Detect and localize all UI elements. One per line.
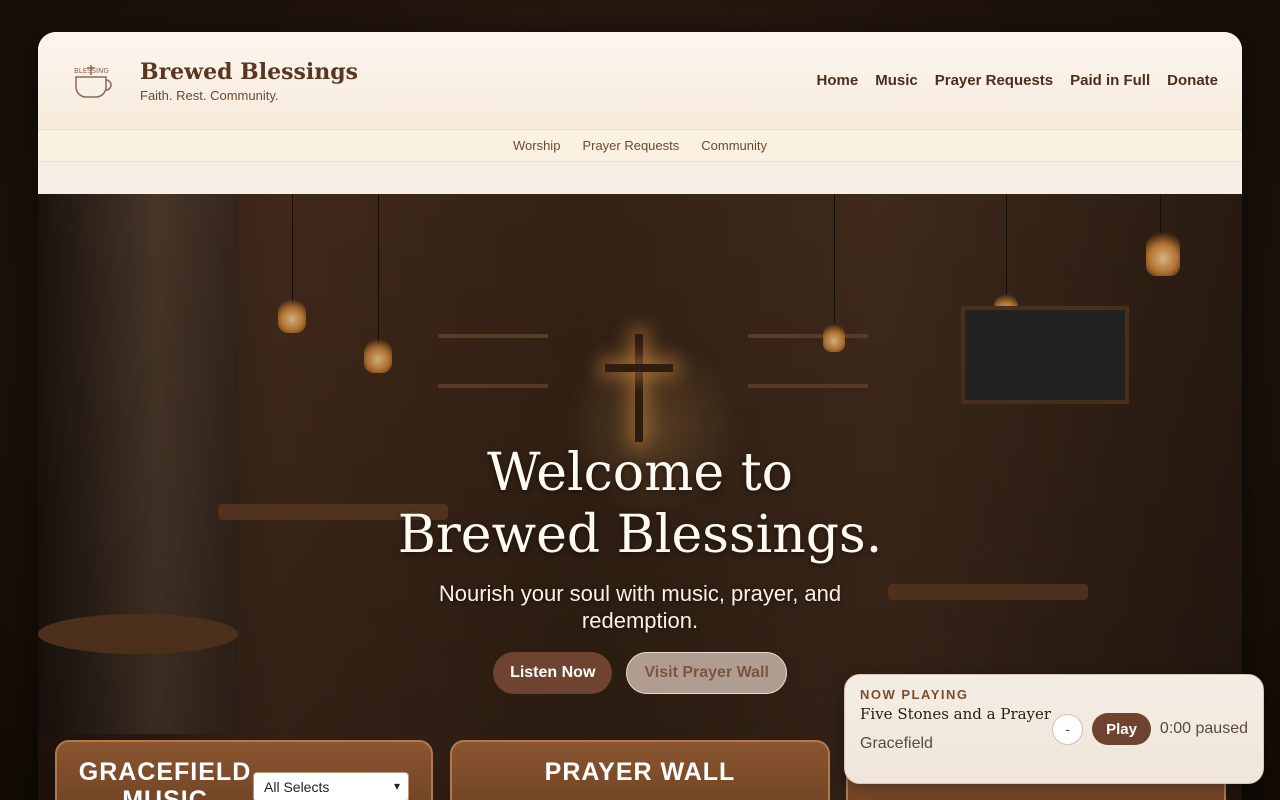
playback-status: 0:00 paused xyxy=(1159,720,1248,737)
music-card-title: GRACEFIELD MUSIC xyxy=(78,758,252,800)
music-filter-value: All Selects xyxy=(264,779,330,795)
listen-now-button[interactable]: Listen Now xyxy=(493,652,613,694)
minus-button[interactable]: - xyxy=(1052,713,1084,745)
prayer-wall-card-title: PRAYER WALL xyxy=(544,758,736,786)
header-spacer xyxy=(38,162,1242,194)
nav-prayer-requests[interactable]: Prayer Requests xyxy=(935,72,1053,89)
prayer-wall-card: PRAYER WALL xyxy=(450,740,830,800)
now-playing-label: NOW PLAYING xyxy=(860,687,969,702)
visit-prayer-wall-button[interactable]: Visit Prayer Wall xyxy=(626,652,787,694)
play-button[interactable]: Play xyxy=(1092,713,1151,745)
hero-content: Welcome to Brewed Blessings. Nourish you… xyxy=(38,442,1242,694)
subnav-community[interactable]: Community xyxy=(701,138,767,153)
brand-title[interactable]: Brewed Blessings xyxy=(140,59,358,85)
brand-block: Brewed Blessings Faith. Rest. Community. xyxy=(140,59,358,103)
player-controls: - Play 0:00 paused xyxy=(1052,713,1248,745)
subnav-worship[interactable]: Worship xyxy=(513,138,560,153)
site-header: BLESSING Brewed Blessings Faith. Rest. C… xyxy=(38,32,1242,130)
music-card: GRACEFIELD MUSIC All Selects ▾ xyxy=(55,740,433,800)
now-playing-panel: NOW PLAYING Five Stones and a Prayer Gra… xyxy=(844,674,1264,784)
main-nav: Home Music Prayer Requests Paid in Full … xyxy=(817,72,1218,89)
hero-subtitle: Nourish your soul with music, prayer, an… xyxy=(438,581,842,633)
nav-donate[interactable]: Donate xyxy=(1167,72,1218,89)
nav-home[interactable]: Home xyxy=(817,72,859,89)
subnav-prayer-requests[interactable]: Prayer Requests xyxy=(582,138,679,153)
nav-music[interactable]: Music xyxy=(875,72,918,89)
hero-title: Welcome to Brewed Blessings. xyxy=(397,443,883,565)
brand-tagline: Faith. Rest. Community. xyxy=(140,87,279,103)
cup-logo-icon[interactable]: BLESSING xyxy=(70,61,122,101)
sub-nav: Worship Prayer Requests Community xyxy=(38,130,1242,162)
chevron-down-icon: ▾ xyxy=(393,779,400,793)
music-filter-select[interactable]: All Selects ▾ xyxy=(253,772,409,800)
nav-paid-in-full[interactable]: Paid in Full xyxy=(1070,72,1150,89)
track-artist: Gracefield xyxy=(860,735,933,752)
